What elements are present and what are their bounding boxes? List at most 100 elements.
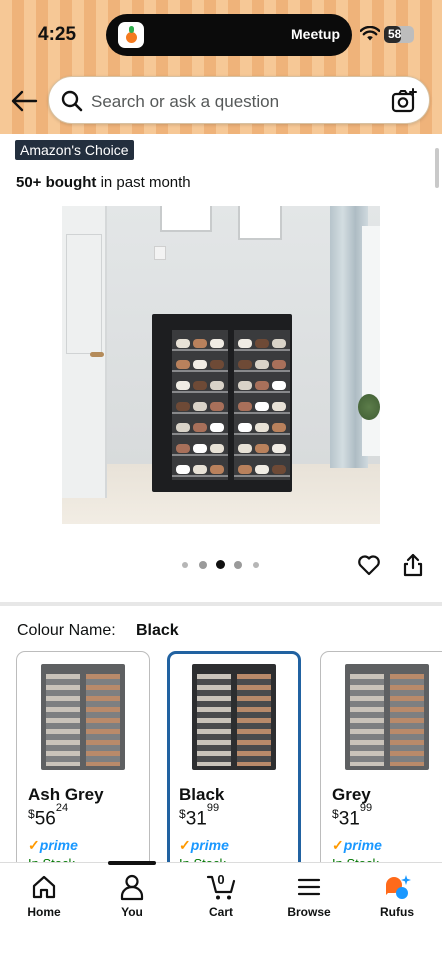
- carousel-dot[interactable]: [253, 562, 259, 568]
- colour-name-label: Colour Name:: [17, 622, 116, 639]
- search-input[interactable]: Search or ask a question: [48, 76, 430, 124]
- nav-label: Home: [27, 905, 61, 919]
- rack-shoe: [255, 360, 269, 369]
- image-carousel-dots[interactable]: [182, 560, 262, 570]
- carousel-dot[interactable]: [182, 562, 188, 568]
- image-window: [362, 226, 380, 456]
- price-whole: 31: [185, 808, 207, 830]
- price-currency: $: [28, 807, 35, 822]
- colour-option-black[interactable]: Black $3199 ✓prime In Stock: [167, 651, 301, 871]
- image-picture-frame: [160, 206, 212, 232]
- nav-home[interactable]: Home: [9, 873, 79, 929]
- colour-option-image: [41, 664, 125, 770]
- rack-shoe: [238, 339, 252, 348]
- rack-shoe: [272, 402, 286, 411]
- prime-label: prime: [190, 837, 229, 853]
- image-light-switch: [154, 246, 166, 260]
- rack-shoe: [176, 465, 190, 474]
- nav-browse[interactable]: Browse: [274, 873, 344, 929]
- rack-shoe: [210, 360, 224, 369]
- colour-option-image: [345, 664, 429, 770]
- rack-shelf: [172, 370, 228, 372]
- prime-check-icon: ✓: [332, 837, 344, 853]
- bought-count: 50+ bought: [16, 174, 97, 191]
- nav-label: Rufus: [380, 905, 414, 919]
- menu-icon: [297, 878, 321, 896]
- rack-shoe: [193, 423, 207, 432]
- bought-in-past-month: 50+ bought in past month: [16, 174, 191, 191]
- colour-option-price: $3199: [332, 802, 372, 830]
- rack-shoe: [176, 360, 190, 369]
- rack-shoe: [238, 381, 252, 390]
- nav-label: You: [121, 905, 143, 919]
- colour-option-ash-grey[interactable]: Ash Grey $5624 ✓prime In Stock: [16, 651, 150, 871]
- nav-label: Browse: [287, 905, 331, 919]
- price-fraction: 99: [359, 802, 373, 814]
- rack-shelf: [172, 349, 228, 351]
- search-icon: [61, 90, 83, 112]
- live-activity-label: Meetup: [291, 26, 340, 42]
- rack-shoe: [176, 381, 190, 390]
- rack-shelf: [234, 349, 290, 351]
- scrollbar[interactable]: [435, 148, 439, 188]
- rack-shelf: [234, 433, 290, 435]
- rack-shelf: [234, 391, 290, 393]
- rack-shoe: [210, 444, 224, 453]
- colour-option-grey[interactable]: Grey $3199 ✓prime In Stock: [320, 651, 442, 871]
- home-icon: [32, 875, 56, 899]
- rack-shoe: [272, 339, 286, 348]
- price-whole: 31: [338, 808, 360, 830]
- back-arrow-icon[interactable]: [10, 88, 38, 114]
- rack-shoe: [272, 360, 286, 369]
- nav-rufus[interactable]: Rufus: [362, 873, 432, 929]
- image-door-handle: [90, 352, 104, 357]
- section-divider: [0, 602, 442, 606]
- rack-shelf: [234, 475, 290, 477]
- prime-check-icon: ✓: [179, 837, 191, 853]
- rack-shoe: [176, 402, 190, 411]
- rack-shoe: [255, 381, 269, 390]
- price-currency: $: [179, 807, 186, 822]
- rack-shoe: [272, 381, 286, 390]
- cart-count-badge: 0: [217, 872, 225, 887]
- colour-name-value: Black: [136, 622, 179, 639]
- image-door-panel: [66, 234, 102, 354]
- rack-shoe: [238, 465, 252, 474]
- bought-suffix: in past month: [96, 174, 191, 191]
- rack-shoe: [238, 402, 252, 411]
- rack-shoe: [272, 465, 286, 474]
- nav-cart[interactable]: 0 Cart: [186, 872, 256, 929]
- price-fraction: 24: [55, 802, 69, 814]
- rack-shoe: [210, 339, 224, 348]
- product-image[interactable]: [62, 206, 380, 524]
- carousel-dot[interactable]: [199, 561, 207, 569]
- image-picture-frame: [238, 206, 282, 240]
- rack-shoe: [272, 444, 286, 453]
- heart-icon[interactable]: [357, 553, 381, 577]
- rack-shoe: [210, 381, 224, 390]
- rack-shoe: [210, 402, 224, 411]
- rack-left-column: [172, 330, 228, 480]
- camera-search-icon[interactable]: [391, 88, 417, 114]
- rack-shoe: [176, 339, 190, 348]
- rack-shoe: [176, 423, 190, 432]
- rack-shoe: [210, 465, 224, 474]
- share-icon[interactable]: [402, 553, 424, 577]
- rack-shoe: [255, 339, 269, 348]
- rufus-icon: [386, 875, 411, 899]
- rack-shoe: [255, 465, 269, 474]
- nav-you[interactable]: You: [97, 873, 167, 929]
- carousel-dot-active[interactable]: [216, 560, 225, 569]
- rack-shelf: [172, 412, 228, 414]
- rack-shoe: [193, 381, 207, 390]
- carousel-dot[interactable]: [234, 561, 242, 569]
- price-fraction: 99: [206, 802, 220, 814]
- rack-shoe: [272, 423, 286, 432]
- image-plant: [358, 394, 380, 420]
- rack-shoe: [176, 444, 190, 453]
- colour-option-image: [192, 664, 276, 770]
- rack-shelf: [172, 433, 228, 435]
- amazons-choice-badge[interactable]: Amazon's Choice: [15, 140, 134, 160]
- dynamic-island[interactable]: Meetup: [106, 14, 352, 56]
- bottom-navigation: Home You 0 Cart Browse Rufus: [0, 861, 442, 960]
